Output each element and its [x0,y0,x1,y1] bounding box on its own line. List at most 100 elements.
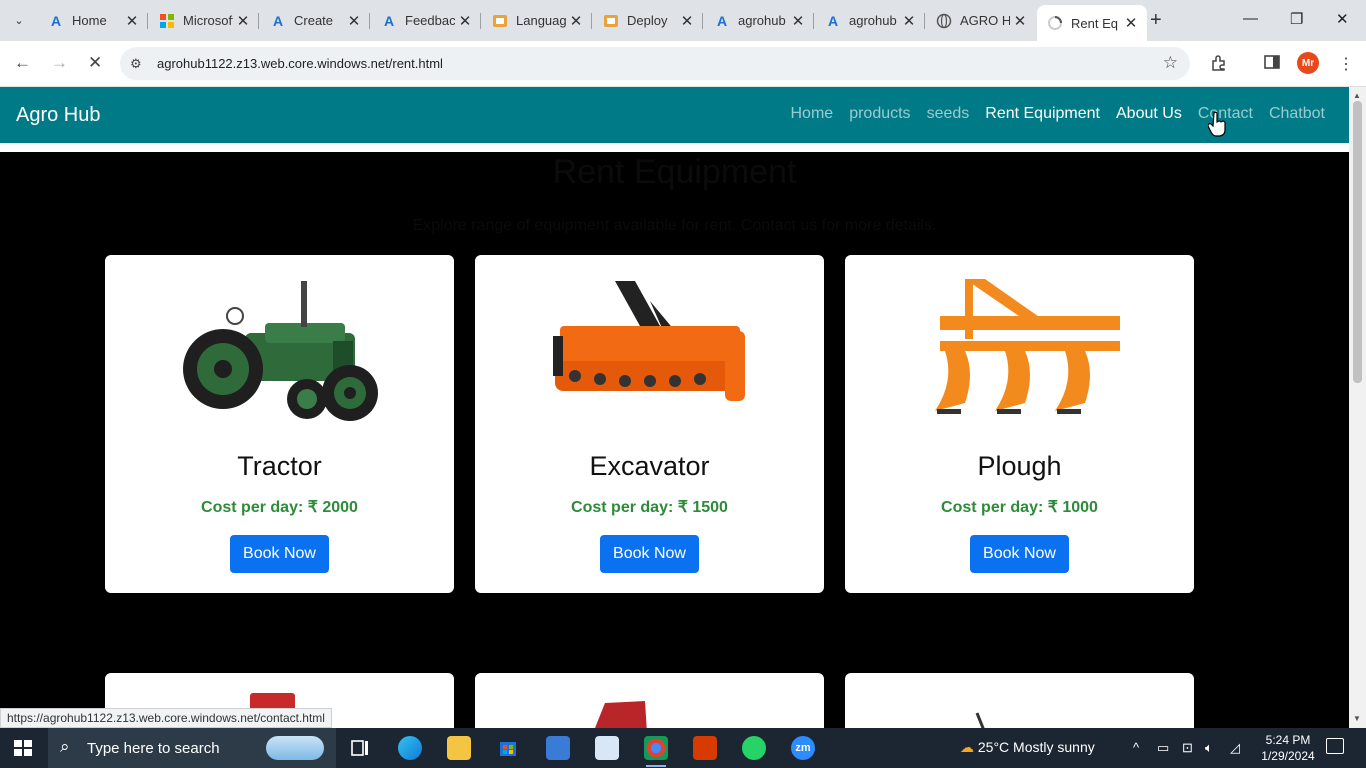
equipment-name: Tractor [237,451,322,481]
chrome-icon[interactable] [644,736,668,767]
search-highlight-icon [266,736,324,760]
back-arrow-icon[interactable]: ← [14,53,31,73]
book-now-button[interactable]: Book Now [600,535,699,573]
close-tab-icon[interactable]: ✕ [233,12,253,30]
menu-kebab-icon[interactable]: ⋮ [1338,54,1354,74]
browser-tab[interactable]: A Feedback ✕ [371,5,481,36]
battery-icon[interactable]: ▭ [1157,740,1169,756]
azure-icon: A [272,12,284,29]
microsoft-icon [159,13,175,29]
system-clock[interactable]: 5:24 PM 1/29/2024 [1258,732,1318,764]
page-subtitle: Explore range of equipment available for… [412,217,937,234]
stop-loading-icon[interactable]: ✕ [88,53,102,73]
chevron-up-icon[interactable]: ^ [1133,740,1139,755]
tractor-image [183,281,378,421]
nav-link-chatbot[interactable]: Chatbot [1269,105,1325,123]
browser-tab[interactable]: A agrohub ✕ [704,5,814,36]
plough-image [935,279,1120,414]
page-title: Rent Equipment [552,153,797,191]
nav-link-seeds[interactable]: seeds [927,105,970,123]
book-now-button[interactable]: Book Now [230,535,329,573]
browser-tab[interactable]: Language ✕ [482,5,592,36]
close-tab-icon[interactable]: ✕ [677,12,697,30]
close-tab-icon[interactable]: ✕ [788,12,808,30]
scroll-up-arrow-icon[interactable]: ▲ [1353,91,1361,100]
side-panel-icon[interactable] [1264,54,1280,75]
site-info-icon[interactable]: ⚙ [130,56,142,72]
bookmark-star-icon[interactable]: ☆ [1163,53,1178,73]
equipment-card [475,673,824,728]
navbar-divider [0,143,1349,152]
extensions-icon[interactable] [1210,54,1228,77]
browser-tab[interactable]: A Home ✕ [38,5,148,36]
equipment-cost: Cost per day: ₹ 1000 [941,499,1098,516]
control-panel-icon[interactable] [595,736,619,760]
address-bar[interactable]: ⚙ agrohub1122.z13.web.core.windows.net/r… [120,47,1190,80]
close-tab-icon[interactable]: ✕ [899,12,919,30]
nav-links: Home products seeds Rent Equipment About… [791,105,1326,123]
weather-widget[interactable]: ☁ 25°C Mostly sunny [960,739,1095,756]
browser-tab[interactable]: AGRO H ✕ [926,5,1036,36]
windows-taskbar: ⌕ Type here to search zm ☁ 25°C Mostly s… [0,728,1366,768]
weather-sun-icon: ☁ [960,739,974,755]
notifications-icon[interactable] [1326,738,1344,754]
azure-icon: A [383,12,395,29]
equipment-card: Tractor Cost per day: ₹ 2000 Book Now [105,255,454,593]
tab-search-button[interactable]: ⌄ [6,8,32,32]
profile-avatar[interactable]: Mr [1297,52,1319,74]
microsoft-store-icon[interactable] [496,736,520,760]
edge-icon[interactable] [398,736,422,760]
equipment-card: Excavator Cost per day: ₹ 1500 Book Now [475,255,824,593]
taskbar-search-box[interactable]: ⌕ Type here to search [48,728,336,768]
globe-icon [936,13,952,29]
azure-icon: A [827,12,839,29]
close-tab-icon[interactable]: ✕ [1010,12,1030,30]
equipment-name: Excavator [589,451,710,481]
equipment-image [595,701,647,728]
browser-tab[interactable]: A Create ✕ [260,5,370,36]
close-window-button[interactable]: ✕ [1336,10,1349,28]
forward-arrow-icon[interactable]: → [51,53,68,73]
wifi-icon[interactable]: ◿ [1230,740,1240,756]
equipment-cost: Cost per day: ₹ 2000 [201,499,358,516]
close-tab-icon[interactable]: ✕ [122,12,142,30]
browser-tab-active[interactable]: Rent Eq ✕ [1037,5,1147,41]
new-tab-button[interactable]: + [1150,9,1162,32]
site-brand[interactable]: Agro Hub [16,104,101,127]
whatsapp-icon[interactable] [742,736,766,760]
close-tab-icon[interactable]: ✕ [566,12,586,30]
task-view-icon[interactable] [348,736,372,760]
zoom-icon[interactable]: zm [791,736,815,760]
close-tab-icon[interactable]: ✕ [455,12,475,30]
office-icon[interactable] [693,736,717,760]
restore-button[interactable]: ❐ [1290,10,1303,28]
nav-link-about-us[interactable]: About Us [1116,105,1182,123]
rotavator-image [553,281,745,401]
url-text[interactable]: agrohub1122.z13.web.core.windows.net/ren… [157,56,443,71]
scroll-down-arrow-icon[interactable]: ▼ [1353,714,1361,723]
deploy-icon [603,13,619,29]
nav-link-products[interactable]: products [849,105,910,123]
nav-link-home[interactable]: Home [791,105,834,123]
equipment-card: Plough Cost per day: ₹ 1000 Book Now [845,255,1194,593]
language-icon [492,13,508,29]
file-explorer-icon[interactable] [447,736,471,760]
volume-icon[interactable]: 🔈︎ [1205,740,1213,756]
loading-icon [1047,15,1063,31]
page-scrollbar[interactable]: ▲ ▼ [1349,87,1366,728]
book-now-button[interactable]: Book Now [970,535,1069,573]
site-navbar: Agro Hub Home products seeds Rent Equipm… [0,87,1349,143]
close-tab-icon[interactable]: ✕ [344,12,364,30]
browser-tab[interactable]: Microsoft ✕ [149,5,259,36]
browser-tab[interactable]: A agrohub ✕ [815,5,925,36]
nav-link-rent-equipment[interactable]: Rent Equipment [985,105,1100,123]
remote-desktop-icon[interactable] [546,736,570,760]
minimize-button[interactable]: — [1243,10,1258,27]
browser-tab[interactable]: Deploy ✕ [593,5,703,36]
scrollbar-thumb[interactable] [1353,101,1362,383]
windows-start-icon[interactable] [14,740,32,756]
close-tab-icon[interactable]: ✕ [1121,14,1141,32]
equipment-cost: Cost per day: ₹ 1500 [571,499,728,516]
network-icon[interactable]: ⊡ [1182,740,1193,756]
equipment-image [975,712,985,728]
